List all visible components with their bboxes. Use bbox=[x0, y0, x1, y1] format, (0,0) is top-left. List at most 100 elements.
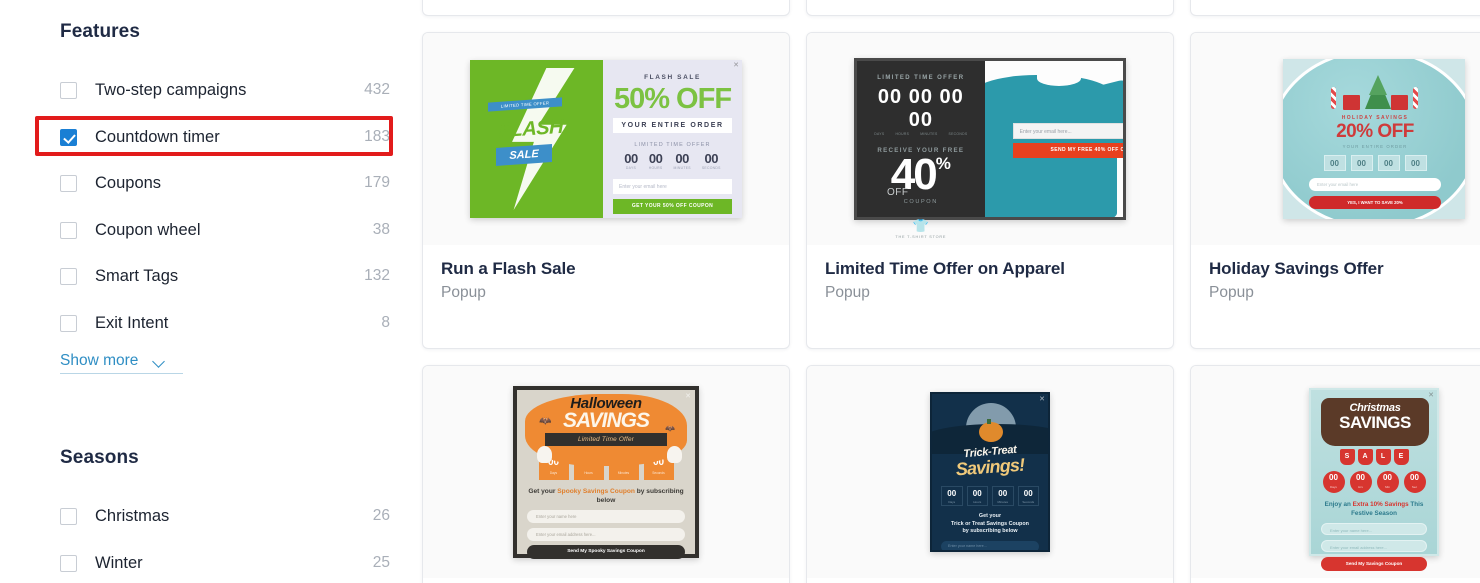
template-card-meta: Limited Time Offer on Apparel Popup bbox=[807, 245, 1173, 302]
art-coupon-label: COUPON bbox=[903, 199, 938, 205]
holiday-popup-art: HOLIDAY SAVINGS 20% OFF YOUR ENTIRE ORDE… bbox=[1283, 59, 1465, 219]
checkbox-countdown-timer[interactable] bbox=[60, 128, 77, 146]
filter-row-coupons[interactable]: Coupons 179 bbox=[60, 166, 390, 200]
gift-icon bbox=[1343, 95, 1360, 110]
template-card-partial[interactable] bbox=[422, 0, 790, 16]
art-sub-b: Spooky Savings Coupon bbox=[557, 488, 635, 495]
timer-value: 00 bbox=[1323, 155, 1346, 171]
filter-row-winter[interactable]: Winter 25 bbox=[60, 546, 390, 580]
template-title: Run a Flash Sale bbox=[441, 259, 576, 278]
filter-sidebar: Features Two-step campaigns 432 Countdow… bbox=[0, 0, 420, 583]
filter-label: Exit Intent bbox=[95, 313, 169, 332]
template-thumbnail: HOLIDAY SAVINGS 20% OFF YOUR ENTIRE ORDE… bbox=[1191, 33, 1480, 245]
filter-label: Christmas bbox=[95, 506, 170, 525]
timer-value: 00 bbox=[939, 86, 964, 108]
close-icon: ✕ bbox=[1039, 396, 1045, 403]
filter-count: 8 bbox=[381, 314, 390, 331]
template-grid: LIMITED TIME OFFER FLASH SALE ✕ FLASH SA… bbox=[420, 0, 1480, 583]
ghost-icon bbox=[667, 446, 682, 463]
art-cta-button: Send My Savings Coupon bbox=[1321, 557, 1427, 571]
filter-row-smart-tags[interactable]: Smart Tags 132 bbox=[60, 259, 390, 293]
flash-sale-panel: ✕ FLASH SALE 50% OFF YOUR ENTIRE ORDER L… bbox=[603, 60, 742, 218]
christmas-popup-art: ✕ Christmas SAVINGS S A L E 00 Days 00 Hrs bbox=[1309, 388, 1439, 571]
holiday-icons bbox=[1309, 75, 1441, 111]
art-sub-line1: Get your bbox=[978, 513, 1002, 519]
art-title-main: SAVINGS bbox=[1339, 413, 1411, 432]
timer-unit: Minutes bbox=[997, 500, 1008, 504]
timer-unit: Days bbox=[1330, 485, 1337, 489]
timer-value: 00 bbox=[877, 86, 903, 108]
art-name-field: Enter your name here... bbox=[1321, 523, 1427, 535]
art-name-field: Enter your name here... bbox=[941, 540, 1039, 550]
template-card-partial[interactable] bbox=[1190, 0, 1480, 16]
art-email-field: Enter your email address here... bbox=[1321, 540, 1427, 552]
art-sub-a: Get your bbox=[528, 488, 558, 495]
template-card-meta: Run a Flash Sale Popup bbox=[423, 245, 789, 302]
art-subscribe-text: Get your Trick or Treat Savings Coupon b… bbox=[941, 513, 1039, 536]
checkbox-christmas[interactable] bbox=[60, 507, 77, 525]
filter-label: Coupon wheel bbox=[95, 220, 201, 239]
checkbox-winter[interactable] bbox=[60, 554, 77, 572]
checkbox-coupon-wheel[interactable] bbox=[60, 221, 77, 239]
art-sub-a: Enjoy an bbox=[1324, 501, 1353, 508]
filter-label: Smart Tags bbox=[95, 266, 179, 285]
filter-row-two-step-campaigns[interactable]: Two-step campaigns 432 bbox=[60, 73, 390, 107]
template-card-run-a-flash-sale[interactable]: LIMITED TIME OFFER FLASH SALE ✕ FLASH SA… bbox=[422, 32, 790, 349]
checkbox-exit-intent[interactable] bbox=[60, 314, 77, 332]
template-card-meta bbox=[807, 578, 1173, 583]
flash-sale-popup-art: LIMITED TIME OFFER FLASH SALE ✕ FLASH SA… bbox=[470, 60, 742, 218]
filter-row-coupon-wheel[interactable]: Coupon wheel 38 bbox=[60, 213, 390, 247]
filter-row-exit-intent[interactable]: Exit Intent 8 bbox=[60, 306, 390, 340]
template-card-holiday-savings-offer[interactable]: HOLIDAY SAVINGS 20% OFF YOUR ENTIRE ORDE… bbox=[1190, 32, 1480, 349]
template-type: Popup bbox=[1209, 284, 1254, 301]
template-thumbnail: ✕ Christmas SAVINGS S A L E 00 Days 00 Hrs bbox=[1191, 366, 1480, 578]
art-cta-button: GET YOUR 50% OFF COUPON bbox=[613, 199, 732, 214]
template-type: Popup bbox=[441, 284, 486, 301]
timer-value: 00 bbox=[624, 151, 638, 166]
template-card-halloween-savings[interactable]: ✕ 🦇 🦇 Halloween SAVINGS Limited Time Off… bbox=[422, 365, 790, 583]
candy-cane-icon bbox=[1331, 87, 1336, 109]
art-timer-label: LIMITED TIME OFFER bbox=[877, 75, 965, 81]
show-more-link[interactable]: Show more bbox=[60, 352, 183, 374]
sale-letter: A bbox=[1357, 449, 1373, 465]
template-title: Holiday Savings Offer bbox=[1209, 259, 1384, 278]
template-card-limited-time-offer-on-apparel[interactable]: LIMITED TIME OFFER 00 00 00 00 DAYS HOUR… bbox=[806, 32, 1174, 349]
checkbox-two-step-campaigns[interactable] bbox=[60, 81, 77, 99]
timer-unit: Hrs bbox=[1358, 485, 1363, 489]
timer-value: 00 bbox=[1377, 155, 1400, 171]
close-icon: ✕ bbox=[685, 393, 691, 400]
art-title-main: SAVINGS bbox=[563, 409, 650, 432]
art-email-field: Enter your email address here... bbox=[527, 528, 685, 541]
show-more-label: Show more bbox=[60, 352, 139, 369]
template-card-meta bbox=[423, 578, 789, 583]
chevron-down-icon bbox=[154, 356, 165, 367]
countdown-timer: 00 Days 00 Hrs 00 Min 00 Sec bbox=[1321, 471, 1427, 493]
art-percent-sign: % bbox=[935, 154, 951, 173]
template-card-partial[interactable] bbox=[806, 0, 1174, 16]
template-card-trick-treat-savings[interactable]: ✕ Trick-Treat Savings! 00 Days 00 Hours 00… bbox=[806, 365, 1174, 583]
art-name-field: Enter your name here bbox=[527, 510, 685, 523]
apparel-left-panel: LIMITED TIME OFFER 00 00 00 00 DAYS HOUR… bbox=[857, 61, 985, 239]
art-email-field: Enter your email here... bbox=[1012, 123, 1123, 139]
template-title: Limited Time Offer on Apparel bbox=[825, 259, 1065, 278]
art-sub-b: Extra 10% Savings bbox=[1352, 501, 1409, 508]
art-email-field: Enter your email here bbox=[613, 179, 732, 194]
timer-unit: Hours bbox=[584, 471, 593, 475]
timer-value: 00 bbox=[972, 489, 982, 498]
timer-value: 00 bbox=[648, 151, 663, 166]
timer-unit: MINUTES bbox=[673, 166, 691, 170]
template-card-meta bbox=[1191, 578, 1480, 583]
close-icon: ✕ bbox=[1428, 392, 1434, 399]
art-timer-label: LIMITED TIME OFFER bbox=[634, 142, 711, 148]
checkbox-smart-tags[interactable] bbox=[60, 267, 77, 285]
sale-letter: L bbox=[1375, 449, 1391, 465]
checkbox-coupons[interactable] bbox=[60, 174, 77, 192]
template-card-christmas-savings[interactable]: ✕ Christmas SAVINGS S A L E 00 Days 00 Hrs bbox=[1190, 365, 1480, 583]
filter-row-countdown-timer[interactable]: Countdown timer 183 bbox=[60, 120, 390, 154]
art-headline: 50% OFF bbox=[613, 83, 732, 115]
filter-row-christmas[interactable]: Christmas 26 bbox=[60, 499, 390, 533]
art-bolt-sale: SALE bbox=[496, 144, 552, 166]
countdown-timer: 00 Days 00 Hours 00 Minutes 00 Seconds bbox=[941, 486, 1039, 506]
apparel-photo: ✕ Enter your email here... SEND MY FREE … bbox=[984, 61, 1123, 217]
timer-unit: HOURS bbox=[648, 166, 663, 170]
